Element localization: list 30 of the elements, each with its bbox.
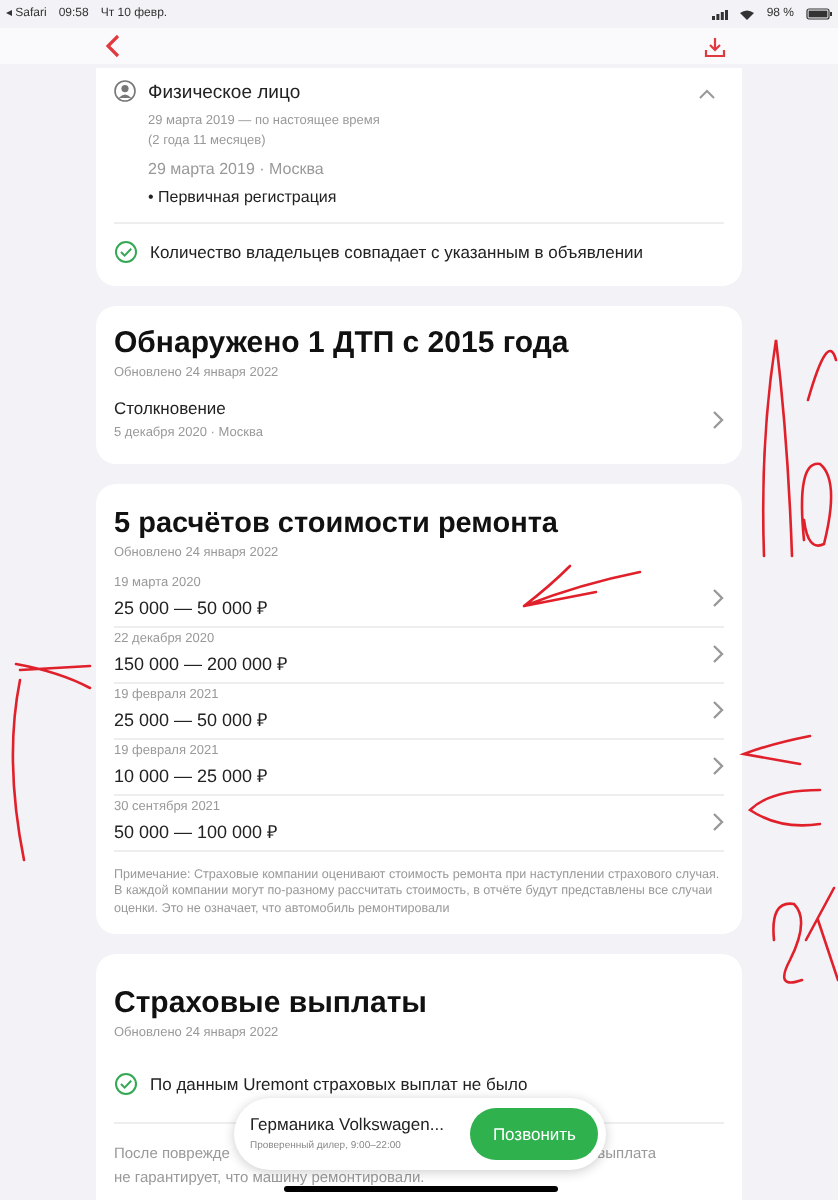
insurance-title: Страховые выплаты bbox=[114, 986, 429, 1022]
chevron-right-icon bbox=[712, 644, 724, 664]
signal-icon bbox=[712, 9, 729, 19]
collapse-icon[interactable] bbox=[698, 88, 716, 100]
chevron-right-icon bbox=[712, 756, 724, 776]
back-icon[interactable] bbox=[106, 34, 120, 58]
chevron-right-icon bbox=[712, 812, 724, 832]
wifi-icon bbox=[740, 9, 755, 19]
dealer-name: Германика Volkswagen... bbox=[250, 1112, 446, 1139]
repair-price: 10 000 — 25 000 ₽ bbox=[114, 763, 270, 790]
chevron-right-icon bbox=[712, 588, 724, 608]
chevron-right-icon bbox=[712, 700, 724, 720]
repairs-title: 5 расчётов стоимости ремонта bbox=[114, 505, 560, 542]
battery-icon bbox=[806, 8, 832, 20]
accidents-title: Обнаружено 1 ДТП с 2015 года bbox=[114, 325, 571, 361]
chevron-right-icon bbox=[712, 410, 724, 430]
insurance-check-text: По данным Uremont страховых выплат не было bbox=[150, 1071, 528, 1097]
check-circle-icon bbox=[114, 1072, 138, 1097]
event-text: • Первичная регистрация bbox=[148, 185, 339, 210]
download-icon[interactable] bbox=[704, 35, 726, 57]
repair-price: 50 000 — 100 000 ₽ bbox=[114, 819, 280, 846]
person-icon bbox=[114, 80, 136, 102]
repair-price: 25 000 — 50 000 ₽ bbox=[114, 595, 270, 622]
owner-title: Физическое лицо bbox=[148, 80, 301, 108]
repair-price: 150 000 — 200 000 ₽ bbox=[114, 651, 290, 678]
repair-price: 25 000 — 50 000 ₽ bbox=[114, 707, 270, 734]
check-circle-icon bbox=[114, 240, 138, 265]
accident-title: Столкновение bbox=[114, 396, 228, 422]
owners-check-text: Количество владельцев совпадает с указанным в объявлении bbox=[150, 239, 644, 265]
event-date: 29 марта 2019 · Москва bbox=[148, 157, 326, 182]
